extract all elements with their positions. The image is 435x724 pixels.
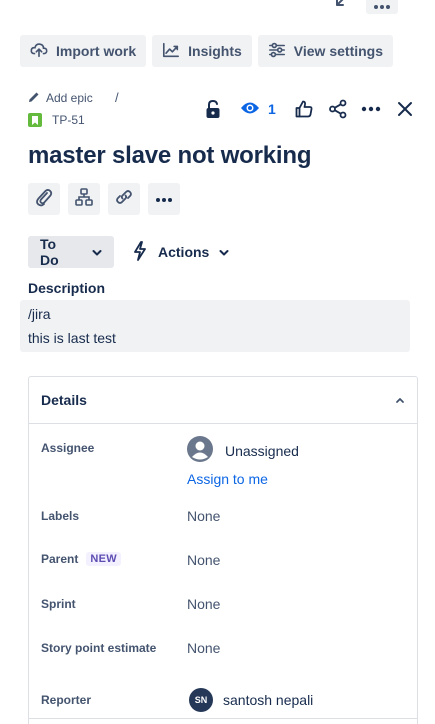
link-icon — [114, 187, 134, 212]
status-row: To Do Actions — [28, 236, 229, 268]
collapse-icon[interactable] — [330, 0, 350, 14]
description-field[interactable]: /jira this is last test — [20, 300, 410, 352]
unlock-icon[interactable] — [200, 99, 226, 119]
story-point-label: Story point estimate — [41, 641, 157, 655]
labels-label: Labels — [41, 509, 80, 523]
pencil-icon — [28, 91, 40, 106]
insights-label: Insights — [188, 43, 242, 59]
parent-label: Parent NEW — [41, 552, 121, 566]
child-issue-button[interactable] — [68, 183, 100, 215]
share-icon[interactable] — [327, 99, 349, 119]
actions-label: Actions — [158, 244, 210, 260]
new-badge: NEW — [86, 552, 121, 566]
user-avatar-icon — [187, 436, 213, 465]
issue-title[interactable]: master slave not working — [28, 142, 311, 170]
divider — [28, 718, 418, 719]
reporter-field[interactable]: SN santosh nepali — [189, 688, 313, 712]
description-heading: Description — [28, 280, 106, 296]
child-issue-icon — [75, 187, 93, 211]
chevron-up-icon[interactable] — [395, 391, 405, 409]
chevron-down-icon — [219, 244, 229, 260]
more-quick-actions-button[interactable] — [148, 183, 180, 215]
eye-icon — [240, 101, 260, 118]
attach-button[interactable] — [28, 183, 60, 215]
add-epic-label: Add epic — [46, 91, 93, 105]
view-settings-label: View settings — [293, 43, 384, 59]
import-icon — [30, 41, 48, 62]
link-issue-button[interactable] — [108, 183, 140, 215]
status-dropdown[interactable]: To Do — [28, 236, 114, 268]
status-label: To Do — [40, 236, 59, 268]
add-epic-link[interactable]: Add epic — [28, 90, 93, 106]
actions-button[interactable]: Actions — [132, 240, 229, 264]
story-point-value[interactable]: None — [187, 640, 220, 656]
watch-button[interactable]: 1 — [240, 101, 276, 118]
top-bar — [0, 0, 435, 16]
issue-quick-actions — [28, 183, 180, 215]
avatar: SN — [189, 688, 213, 712]
issue-key-link[interactable]: TP-51 — [28, 112, 93, 128]
view-settings-button[interactable]: View settings — [257, 35, 394, 67]
close-icon[interactable] — [393, 101, 417, 117]
chevron-down-icon — [92, 244, 102, 260]
watch-count: 1 — [268, 101, 276, 117]
parent-value[interactable]: None — [187, 552, 220, 568]
attachment-icon — [34, 187, 54, 212]
reporter-value: santosh nepali — [223, 692, 314, 708]
details-header[interactable]: Details — [29, 377, 417, 424]
thumbs-up-icon[interactable] — [293, 100, 315, 118]
story-icon — [28, 113, 42, 127]
parent-label-text: Parent — [41, 552, 79, 566]
assign-to-me-link[interactable]: Assign to me — [187, 471, 268, 487]
assignee-value: Unassigned — [225, 442, 299, 459]
settings-icon — [268, 41, 286, 62]
description-line: /jira — [28, 306, 51, 322]
sprint-value[interactable]: None — [187, 596, 220, 612]
details-panel: Details Assignee Unassigned Assign to me… — [28, 376, 418, 724]
lightning-icon — [132, 240, 148, 264]
assignee-label: Assignee — [41, 441, 95, 455]
issue-key: TP-51 — [52, 113, 85, 127]
description-line: this is last test — [28, 330, 116, 346]
assignee-field[interactable]: Unassigned — [187, 436, 299, 465]
labels-value[interactable]: None — [187, 508, 220, 524]
import-work-label: Import work — [56, 43, 137, 59]
more-actions-icon[interactable] — [359, 106, 383, 112]
insights-button[interactable]: Insights — [152, 35, 252, 67]
breadcrumb: Add epic / TP-51 — [28, 90, 119, 128]
reporter-label: Reporter — [41, 693, 92, 707]
more-icon — [155, 190, 173, 208]
more-icon[interactable] — [366, 0, 398, 14]
details-title: Details — [41, 392, 87, 408]
board-toolbar: Import work Insights View settings — [20, 35, 394, 67]
breadcrumb-separator: / — [115, 90, 119, 105]
import-work-button[interactable]: Import work — [20, 35, 147, 67]
issue-actions: 1 — [200, 97, 417, 121]
sprint-label: Sprint — [41, 597, 76, 611]
insights-icon — [162, 41, 180, 62]
